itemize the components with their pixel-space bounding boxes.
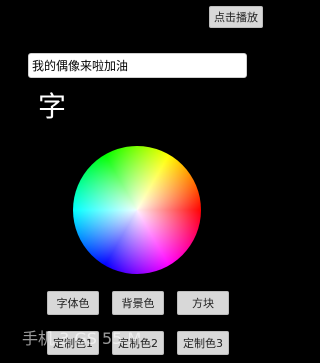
custom-color-1-button[interactable]: 定制色1 [47,331,99,355]
background-color-button[interactable]: 背景色 [112,291,164,315]
custom-color-2-button[interactable]: 定制色2 [112,331,164,355]
block-button[interactable]: 方块 [177,291,229,315]
custom-color-3-button[interactable]: 定制色3 [177,331,229,355]
app-screen: 点击播放 我的偶像来啦加油 字 字体色 背景色 方块 定制色1 定制色2 定制色… [0,0,277,363]
color-wheel[interactable] [73,146,201,274]
play-button[interactable]: 点击播放 [209,6,263,28]
font-color-button[interactable]: 字体色 [47,291,99,315]
preview-character: 字 [38,90,67,123]
text-input[interactable]: 我的偶像来啦加油 [28,53,247,78]
